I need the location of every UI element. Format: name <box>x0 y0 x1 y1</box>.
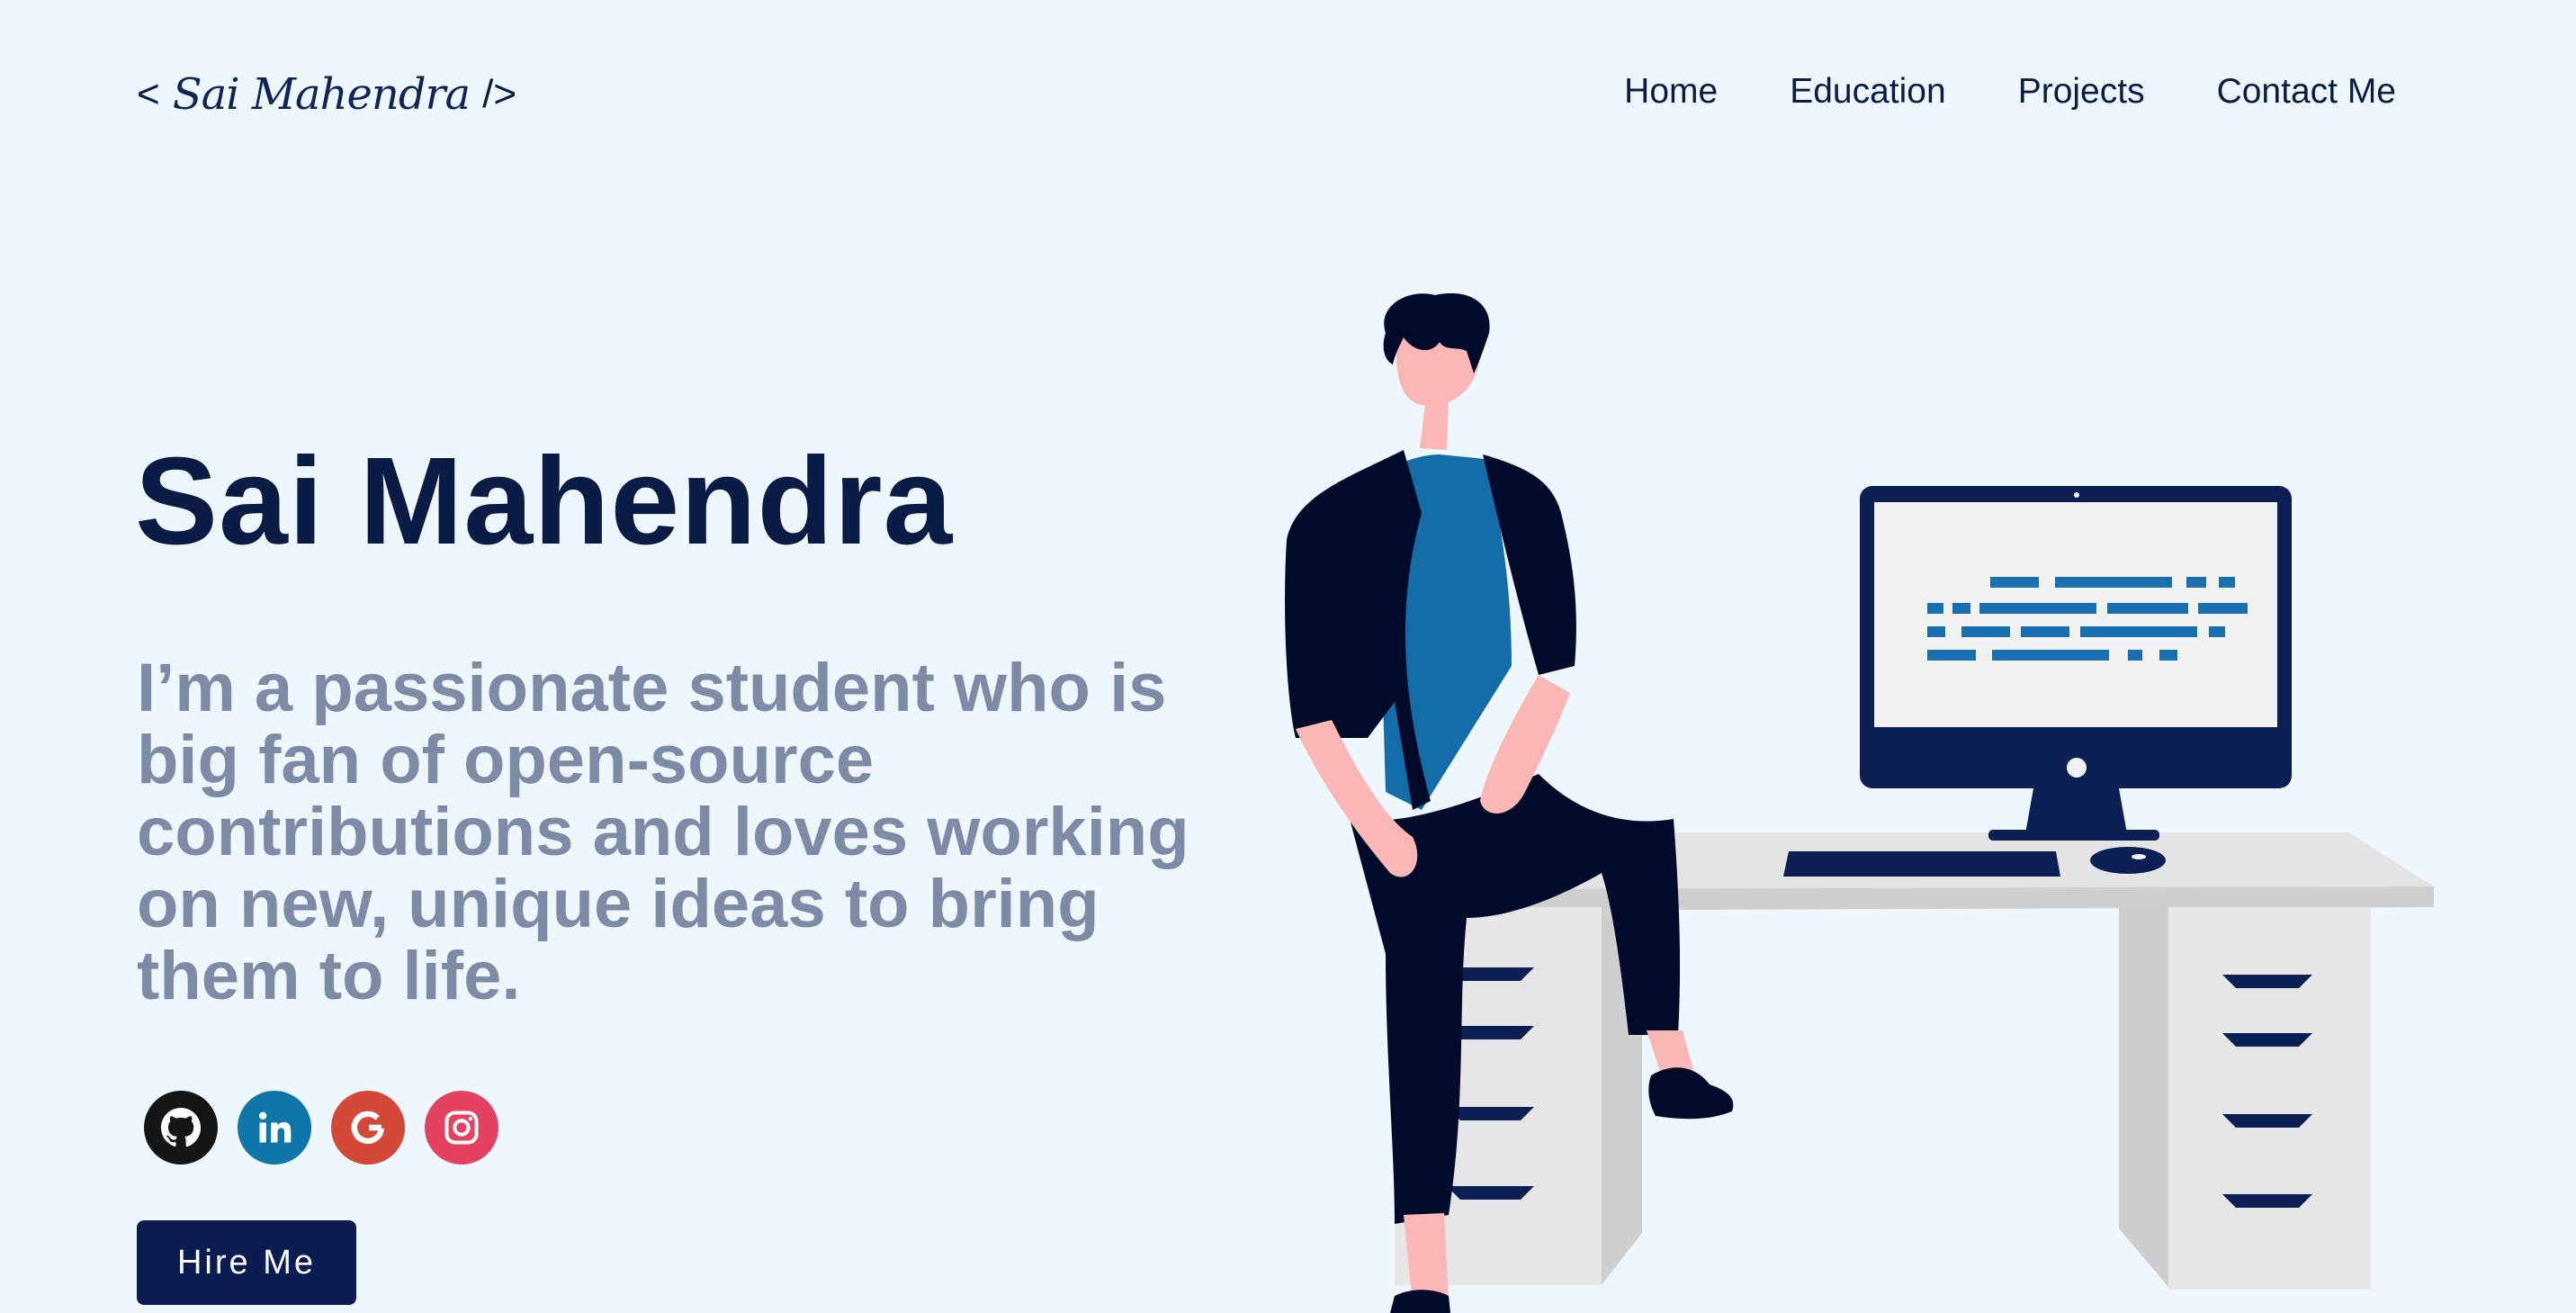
desk <box>1395 832 2434 1290</box>
developer-desk-illustration <box>1285 292 2434 1313</box>
linkedin-icon <box>255 1108 294 1147</box>
site-logo[interactable]: < Sai Mahendra /> <box>137 56 516 133</box>
hero-bio: I’m a passionate student who is big fan … <box>137 650 1189 1014</box>
google-icon <box>346 1106 390 1149</box>
page: < Sai Mahendra /> Home Education Project… <box>0 0 2576 1313</box>
keyboard <box>1783 851 2060 877</box>
nav-education-link[interactable]: Education <box>1790 72 1945 112</box>
github-link[interactable] <box>144 1091 218 1165</box>
linkedin-link[interactable] <box>238 1091 311 1165</box>
main-nav: Home Education Projects Contact Me <box>1624 72 2396 112</box>
nav-home-link[interactable]: Home <box>1624 72 1718 112</box>
mouse <box>2090 847 2166 874</box>
github-icon <box>160 1107 202 1148</box>
nav-projects-link[interactable]: Projects <box>2018 72 2145 112</box>
hero-name: Sai Mahendra <box>135 432 954 571</box>
logo-open-bracket: < <box>137 72 160 116</box>
social-links <box>144 1091 498 1165</box>
google-link[interactable] <box>331 1091 405 1165</box>
logo-signature: Sai Mahendra <box>172 69 471 120</box>
instagram-icon <box>442 1108 481 1147</box>
logo-close-bracket: /> <box>482 72 517 116</box>
monitor <box>1860 486 2292 841</box>
nav-contact-link[interactable]: Contact Me <box>2217 72 2396 112</box>
hire-me-button[interactable]: Hire Me <box>137 1220 356 1305</box>
instagram-link[interactable] <box>425 1091 498 1165</box>
